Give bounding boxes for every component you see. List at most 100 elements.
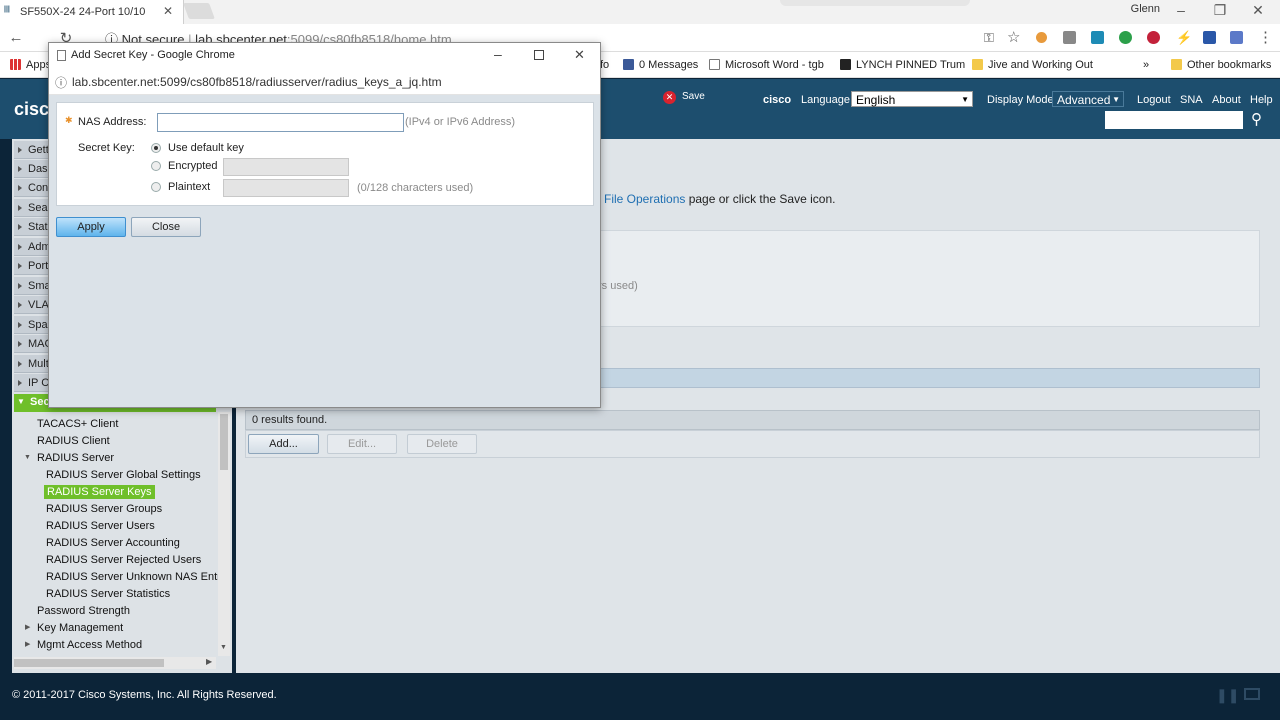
bookmark-messages[interactable]: 0 Messages: [623, 59, 698, 71]
save-icon[interactable]: ✕: [663, 91, 676, 104]
extension-icon[interactable]: [1230, 31, 1243, 44]
extension-icon[interactable]: [1091, 31, 1104, 44]
popup-url-bar: ⓘ lab.sbcenter.net:5099/cs80fb8518/radiu…: [49, 69, 600, 95]
edit-button[interactable]: Edit...: [327, 434, 397, 454]
bookmark-fragment[interactable]: fo: [600, 59, 609, 71]
nav-radius-server-groups[interactable]: RADIUS Server Groups: [46, 503, 162, 515]
key-icon[interactable]: ⚿: [984, 30, 994, 46]
pause-icon[interactable]: ❚❚: [1216, 687, 1239, 704]
scroll-down-arrow-icon[interactable]: ▼: [220, 644, 227, 651]
nav-radius-global-settings[interactable]: RADIUS Server Global Settings: [46, 469, 201, 481]
info-icon: ⓘ: [55, 76, 68, 90]
extension-icon[interactable]: [1063, 31, 1076, 44]
minimize-icon[interactable]: –: [1166, 2, 1196, 18]
extension-icon[interactable]: [1119, 31, 1132, 44]
plaintext-radio[interactable]: [151, 182, 161, 192]
restore-icon[interactable]: ❐: [1205, 2, 1235, 19]
popup-url: lab.sbcenter.net:5099/cs80fb8518/radiuss…: [72, 75, 442, 89]
nas-address-label: NAS Address:: [78, 116, 147, 128]
extension-icon[interactable]: [1203, 31, 1216, 44]
popup-title-bar: Add Secret Key - Google Chrome – ✕: [49, 43, 600, 69]
secret-key-label: Secret Key:: [78, 142, 135, 154]
profile-name[interactable]: Glenn: [1131, 3, 1160, 15]
bookmark-lynch[interactable]: LYNCH PINNED Trum: [840, 59, 965, 71]
extension-icon[interactable]: ⚡: [1176, 30, 1192, 46]
bookmark-word[interactable]: Microsoft Word - tgb: [709, 59, 824, 71]
popup-minimize-icon[interactable]: –: [494, 46, 502, 62]
sna-link[interactable]: SNA: [1180, 94, 1203, 106]
language-select[interactable]: English ▼: [851, 91, 973, 107]
app-search-input[interactable]: [1105, 111, 1243, 129]
nav-radius-unknown-nas[interactable]: RADIUS Server Unknown NAS Entrie: [46, 571, 218, 583]
display-mode-select[interactable]: Advanced ▼: [1052, 91, 1124, 107]
plaintext-field[interactable]: [223, 179, 349, 197]
search-icon[interactable]: ⚲: [1251, 110, 1262, 128]
username-label: cisco: [763, 94, 792, 106]
results-text: 0 results found.: [252, 414, 328, 426]
use-default-key-radio[interactable]: [151, 143, 161, 153]
browser-tab[interactable]: ||| SF550X-24 24-Port 10/10 ✕: [0, 0, 184, 24]
nav-radius-server-statistics[interactable]: RADIUS Server Statistics: [46, 588, 170, 600]
delete-button[interactable]: Delete: [407, 434, 477, 454]
bookmark-apps[interactable]: Apps: [10, 59, 51, 71]
folder-icon: [972, 59, 983, 70]
nav-radius-rejected-users[interactable]: RADIUS Server Rejected Users: [46, 554, 201, 566]
bookmark-jive[interactable]: Jive and Working Out: [972, 59, 1093, 71]
footer: © 2011-2017 Cisco Systems, Inc. All Righ…: [0, 673, 1280, 720]
close-button[interactable]: Close: [131, 217, 201, 237]
tab-close-icon[interactable]: ✕: [163, 4, 173, 18]
help-link[interactable]: Help: [1250, 94, 1273, 106]
apps-grid-icon: [10, 59, 21, 70]
nav-radius-server[interactable]: RADIUS Server: [37, 452, 114, 464]
popup-maximize-icon[interactable]: [534, 50, 544, 60]
collapsed-arrow-icon[interactable]: ▶: [25, 640, 30, 648]
nav-mgmt-access-method[interactable]: Mgmt Access Method: [37, 639, 142, 651]
add-button[interactable]: Add...: [248, 434, 319, 454]
apply-button[interactable]: Apply: [56, 217, 126, 237]
nav-radius-server-accounting[interactable]: RADIUS Server Accounting: [46, 537, 180, 549]
extension-icon[interactable]: [1036, 32, 1047, 43]
table-controls: Add... Edit... Delete: [245, 430, 1260, 458]
table-row: 0 results found.: [245, 410, 1260, 430]
file-operations-link[interactable]: File Operations: [604, 192, 685, 206]
collapsed-arrow-icon[interactable]: ▶: [25, 623, 30, 631]
nav-key-management[interactable]: Key Management: [37, 622, 123, 634]
logout-link[interactable]: Logout: [1137, 94, 1171, 106]
plaintext-label: Plaintext: [168, 181, 211, 193]
close-window-icon[interactable]: ✕: [1243, 2, 1273, 19]
use-default-key-label: Use default key: [168, 142, 244, 154]
encrypted-field[interactable]: [223, 158, 349, 176]
screen-icon[interactable]: [1244, 688, 1260, 700]
nav-tacacs-client[interactable]: TACACS+ Client: [37, 418, 118, 430]
main-note: File Operations page or click the Save i…: [604, 192, 836, 206]
menu-icon[interactable]: ⋮: [1258, 28, 1273, 46]
bookmarks-overflow[interactable]: »: [1143, 59, 1149, 71]
expanded-arrow-icon[interactable]: ▼: [24, 454, 31, 461]
about-link[interactable]: About: [1212, 94, 1241, 106]
nas-address-hint: (IPv4 or IPv6 Address): [405, 116, 516, 128]
dropdown-arrow-icon: ▼: [1112, 95, 1120, 104]
scroll-right-arrow-icon[interactable]: ▶: [206, 657, 212, 666]
nav-vertical-scrollbar[interactable]: ▼: [218, 412, 230, 656]
scroll-thumb[interactable]: [220, 414, 228, 470]
scroll-thumb[interactable]: [14, 659, 164, 667]
nav-password-strength[interactable]: Password Strength: [37, 605, 130, 617]
page-icon: [57, 50, 66, 61]
back-icon[interactable]: ←: [6, 29, 26, 46]
add-secret-key-popup: Add Secret Key - Google Chrome – ✕ ⓘ lab…: [48, 42, 601, 408]
star-icon[interactable]: ☆: [1007, 28, 1020, 46]
extension-icon[interactable]: [1147, 31, 1160, 44]
nav-radius-client[interactable]: RADIUS Client: [37, 435, 110, 447]
nav-horizontal-scrollbar[interactable]: ▶: [14, 657, 216, 669]
language-label: Language:: [801, 94, 853, 106]
bookmark-other[interactable]: Other bookmarks: [1171, 59, 1271, 71]
new-tab-button[interactable]: [183, 3, 215, 19]
cisco-logo: cisco: [14, 99, 48, 119]
nav-radius-server-users[interactable]: RADIUS Server Users: [46, 520, 155, 532]
settings-panel: [600, 230, 1260, 327]
nav-radius-server-keys[interactable]: RADIUS Server Keys: [44, 485, 155, 499]
popup-close-icon[interactable]: ✕: [574, 47, 585, 63]
encrypted-radio[interactable]: [151, 161, 161, 171]
nas-address-input[interactable]: [157, 113, 404, 132]
save-link[interactable]: Save: [682, 91, 705, 102]
